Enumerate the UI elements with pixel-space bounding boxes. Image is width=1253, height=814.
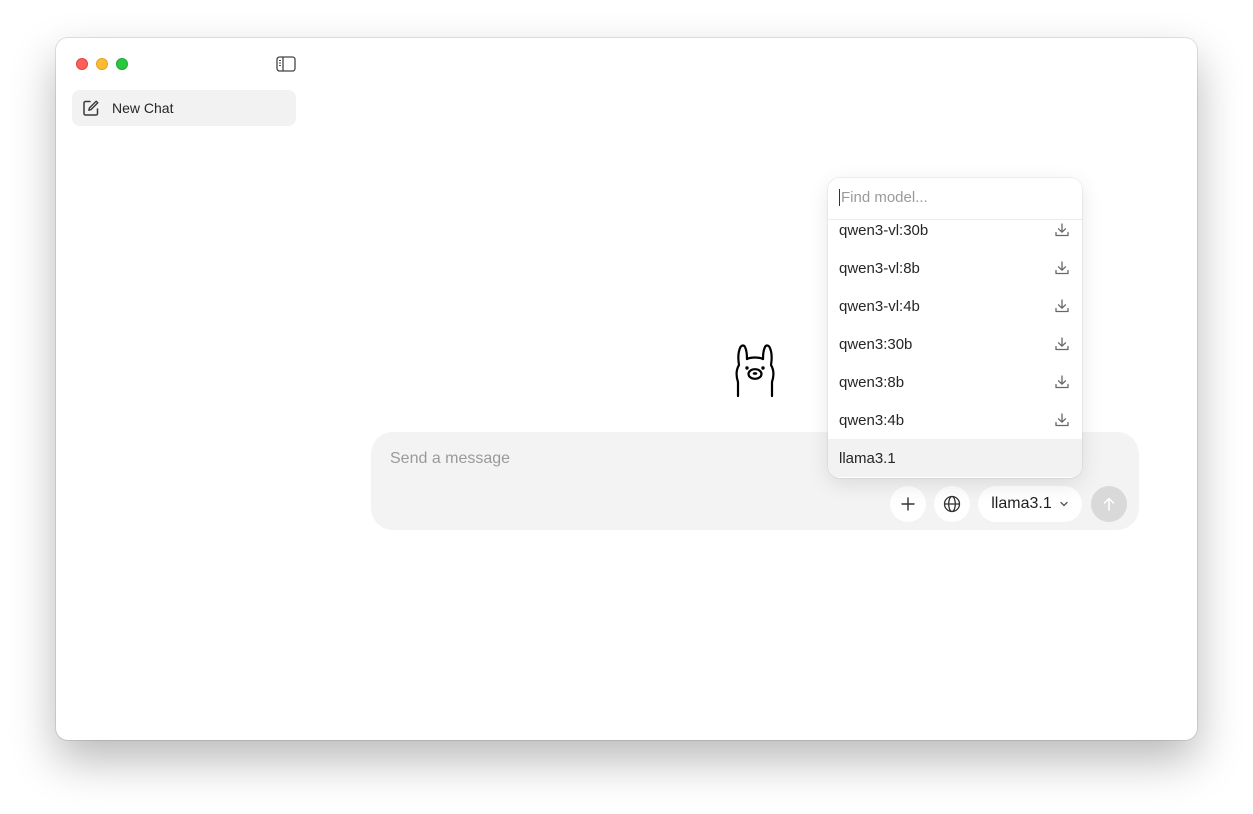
download-icon[interactable] <box>1054 374 1070 390</box>
model-name: qwen3-vl:8b <box>839 259 920 277</box>
arrow-up-icon <box>1103 497 1115 511</box>
model-item[interactable]: qwen3:8b <box>828 363 1082 401</box>
model-item[interactable]: qwen3:4b <box>828 401 1082 439</box>
web-search-button[interactable] <box>934 486 970 522</box>
model-name: qwen3:4b <box>839 411 905 429</box>
minimize-window-button[interactable] <box>96 58 108 70</box>
compose-icon <box>82 99 100 117</box>
download-icon[interactable] <box>1054 336 1070 352</box>
new-chat-label: New Chat <box>112 100 174 116</box>
download-icon[interactable] <box>1054 222 1070 238</box>
model-item[interactable]: qwen3-vl:8b <box>828 249 1082 287</box>
model-item-selected[interactable]: llama3.1 <box>828 439 1082 477</box>
model-dropdown: qwen3-vl:30b qwen3-vl:8b qwen3-vl:4b qwe… <box>828 178 1082 478</box>
download-icon[interactable] <box>1054 298 1070 314</box>
app-window: New Chat Send a message llama3.1 qwen3-v… <box>56 38 1197 740</box>
model-name: qwen3-vl:4b <box>839 297 920 315</box>
chevron-down-icon <box>1060 501 1068 507</box>
window-controls <box>76 58 128 70</box>
model-selector-button[interactable]: llama3.1 <box>978 486 1082 522</box>
globe-icon <box>943 495 961 513</box>
download-icon[interactable] <box>1054 260 1070 276</box>
model-list: qwen3-vl:30b qwen3-vl:8b qwen3-vl:4b qwe… <box>828 211 1082 477</box>
llama-icon <box>734 342 776 398</box>
attach-button[interactable] <box>890 486 926 522</box>
new-chat-button[interactable]: New Chat <box>72 90 296 126</box>
plus-icon <box>901 497 915 511</box>
zoom-window-button[interactable] <box>116 58 128 70</box>
model-name: llama3.1 <box>839 449 896 467</box>
model-search <box>828 178 1082 220</box>
find-model-input[interactable] <box>839 189 1059 206</box>
model-item[interactable]: qwen3:30b <box>828 325 1082 363</box>
selected-model-label: llama3.1 <box>991 495 1052 512</box>
message-input[interactable] <box>390 450 850 468</box>
model-name: qwen3:30b <box>839 335 913 353</box>
sidebar-toggle-icon[interactable] <box>275 55 297 73</box>
model-item[interactable]: qwen3-vl:4b <box>828 287 1082 325</box>
send-button[interactable] <box>1091 486 1127 522</box>
close-window-button[interactable] <box>76 58 88 70</box>
model-name: qwen3:8b <box>839 373 905 391</box>
model-name: qwen3-vl:30b <box>839 221 929 239</box>
download-icon[interactable] <box>1054 412 1070 428</box>
